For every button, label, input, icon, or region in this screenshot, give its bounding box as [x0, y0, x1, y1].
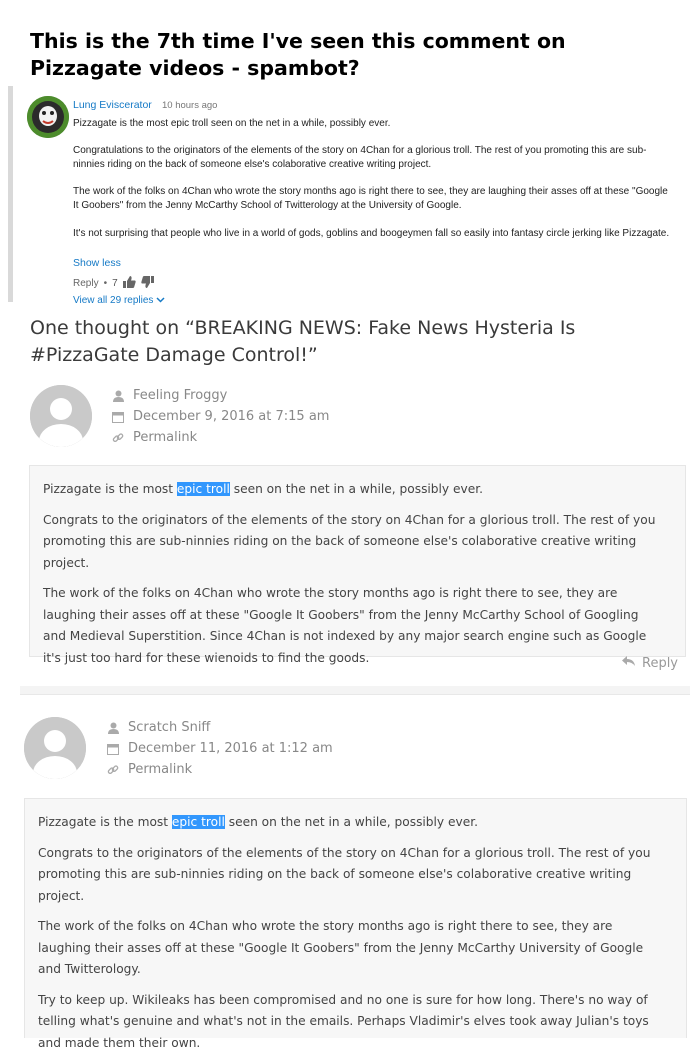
comment-meta: Feeling Froggy December 9, 2016 at 7:15 …: [110, 385, 329, 448]
chevron-down-icon: [156, 295, 165, 306]
youtube-comment: Lung Eviscerator 10 hours ago Pizzagate …: [8, 86, 698, 302]
thumbs-down-icon[interactable]: [141, 276, 154, 291]
text: seen on the net in a while, possibly eve…: [225, 815, 478, 829]
link-icon: [110, 432, 126, 444]
comment-meta: Scratch Sniff December 11, 2016 at 1:12 …: [105, 717, 333, 780]
comment-paragraph: Pizzagate is the most epic troll seen on…: [43, 479, 665, 501]
like-count: 7: [112, 278, 118, 289]
comment-body: Pizzagate is the most epic troll seen on…: [29, 465, 686, 657]
meme-caption: This is the 7th time I've seen this comm…: [30, 28, 670, 82]
show-less-link[interactable]: Show less: [73, 257, 121, 269]
permalink-link[interactable]: Permalink: [128, 762, 192, 777]
comment-paragraph: Congrats to the originators of the eleme…: [38, 843, 666, 908]
comment-date[interactable]: December 9, 2016 at 7:15 am: [133, 409, 329, 424]
highlighted-text: epic troll: [177, 482, 230, 496]
comment-paragraph: The work of the folks on 4Chan who wrote…: [73, 185, 673, 212]
reply-icon: [622, 656, 636, 671]
view-all-label: View all 29 replies: [73, 295, 153, 306]
avatar: [30, 385, 92, 447]
comment-author[interactable]: Feeling Froggy: [133, 388, 227, 403]
comments-heading: One thought on “BREAKING NEWS: Fake News…: [30, 315, 680, 369]
view-all-replies-link[interactable]: View all 29 replies: [73, 295, 165, 306]
comment-paragraph: Congratulations to the originators of th…: [73, 144, 673, 171]
comment-author[interactable]: Lung Eviscerator: [73, 99, 152, 111]
text: Pizzagate is the most: [43, 482, 177, 496]
reply-button[interactable]: Reply: [622, 656, 678, 671]
comment-author[interactable]: Scratch Sniff: [128, 720, 210, 735]
comment-paragraph: The work of the folks on 4Chan who wrote…: [38, 916, 666, 981]
comment-body: Pizzagate is the most epic troll seen on…: [24, 798, 687, 1038]
thumbs-up-icon[interactable]: [123, 276, 136, 291]
comment-paragraph: Pizzagate is the most epic troll seen on…: [38, 812, 666, 834]
avatar: [24, 717, 86, 779]
comment-date[interactable]: December 11, 2016 at 1:12 am: [128, 741, 333, 756]
highlighted-text: epic troll: [172, 815, 225, 829]
calendar-icon: [110, 411, 126, 423]
comment-paragraph: It's not surprising that people who live…: [73, 227, 673, 241]
calendar-icon: [105, 743, 121, 755]
user-icon: [105, 722, 121, 734]
link-icon: [105, 764, 121, 776]
text: seen on the net in a while, possibly eve…: [230, 482, 483, 496]
comment-paragraph: Congrats to the originators of the eleme…: [43, 510, 665, 575]
divider: [20, 686, 690, 695]
comment-actions: Reply • 7: [73, 276, 154, 291]
reply-button[interactable]: Reply: [73, 278, 99, 289]
comment-time[interactable]: 10 hours ago: [162, 100, 217, 111]
comment-paragraph: Try to keep up. Wikileaks has been compr…: [38, 990, 666, 1054]
comment-paragraph: The work of the folks on 4Chan who wrote…: [43, 583, 665, 669]
comment-paragraph: Pizzagate is the most epic troll seen on…: [73, 117, 673, 131]
text: Pizzagate is the most: [38, 815, 172, 829]
user-icon: [110, 390, 126, 402]
separator-dot: •: [104, 278, 108, 289]
reply-label: Reply: [642, 656, 678, 671]
permalink-link[interactable]: Permalink: [133, 430, 197, 445]
commenter-avatar[interactable]: [27, 96, 69, 138]
